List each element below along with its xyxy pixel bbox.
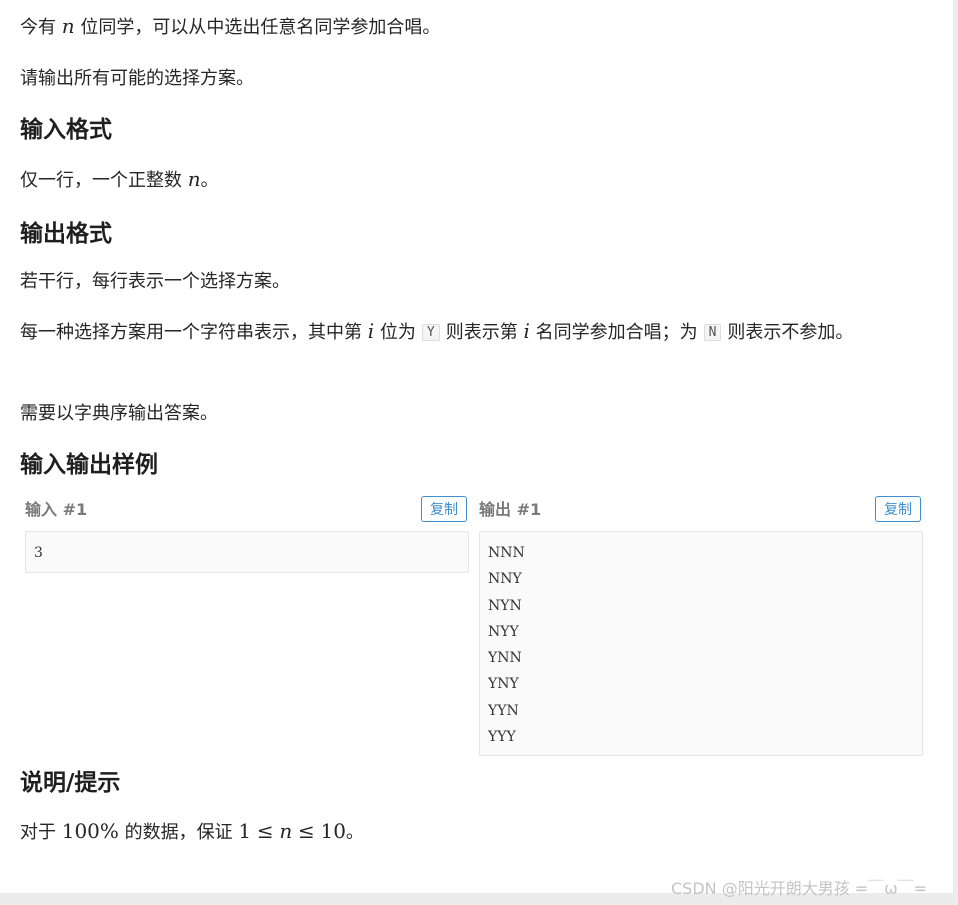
sample-output-line: YNN: [488, 650, 522, 667]
sample-output-line: YYN: [488, 702, 519, 719]
output-format-text-1: 若干行，每行表示一个选择方案。: [20, 271, 290, 292]
input-format-heading: 输入格式: [20, 117, 112, 143]
problem-card: 今有 n 位同学，可以从中选出任意名同学参加合唱。 请输出所有可能的选择方案。 …: [0, 0, 953, 893]
input-format-text: 仅一行，一个正整数 n。: [20, 167, 219, 191]
samples-heading: 输入输出样例: [20, 452, 158, 478]
output-format-heading: 输出格式: [20, 221, 112, 247]
math-n: n: [61, 14, 75, 38]
intro-paragraph-2: 请输出所有可能的选择方案。: [20, 68, 254, 89]
math-n: n: [279, 819, 293, 843]
sample-input-line: 3: [34, 545, 43, 561]
sample-output-line: YNY: [488, 676, 519, 693]
sample-output-line: NYN: [488, 597, 522, 614]
math-n: n: [187, 167, 201, 191]
copy-output-button[interactable]: 复制: [875, 496, 921, 522]
intro-paragraph-1: 今有 n 位同学，可以从中选出任意名同学参加合唱。: [20, 14, 441, 38]
inline-code-y: Y: [421, 324, 440, 341]
sample-output-box[interactable]: NNN NNY NYN NYY YNN YNY YYN YYY: [479, 531, 923, 756]
inline-code-n: N: [703, 324, 722, 341]
sample-output-line: NYY: [488, 623, 519, 640]
watermark: CSDN @阳光开朗大男孩 =￣ω￣=: [671, 879, 928, 898]
copy-input-button[interactable]: 复制: [421, 496, 467, 522]
sample-output-line: YYY: [488, 729, 516, 746]
sample-output-label: 输出 #1: [479, 500, 542, 519]
sample-output-line: NNY: [488, 571, 522, 588]
math-percent: 100%: [61, 819, 119, 843]
page-edge: [953, 0, 958, 905]
sample-output-line: NNN: [488, 545, 525, 561]
output-format-text-3: 需要以字典序输出答案。: [20, 403, 218, 424]
sample-input-label: 输入 #1: [25, 500, 88, 519]
hint-text: 对于 100% 的数据，保证 1 ≤ n ≤ 10。: [20, 819, 364, 843]
sample-input-box[interactable]: 3: [25, 531, 469, 573]
hint-heading: 说明/提示: [20, 770, 121, 796]
output-format-text-2: 每一种选择方案用一个字符串表示，其中第 i 位为 Y 则表示第 i 名同学参加合唱；…: [20, 319, 854, 343]
